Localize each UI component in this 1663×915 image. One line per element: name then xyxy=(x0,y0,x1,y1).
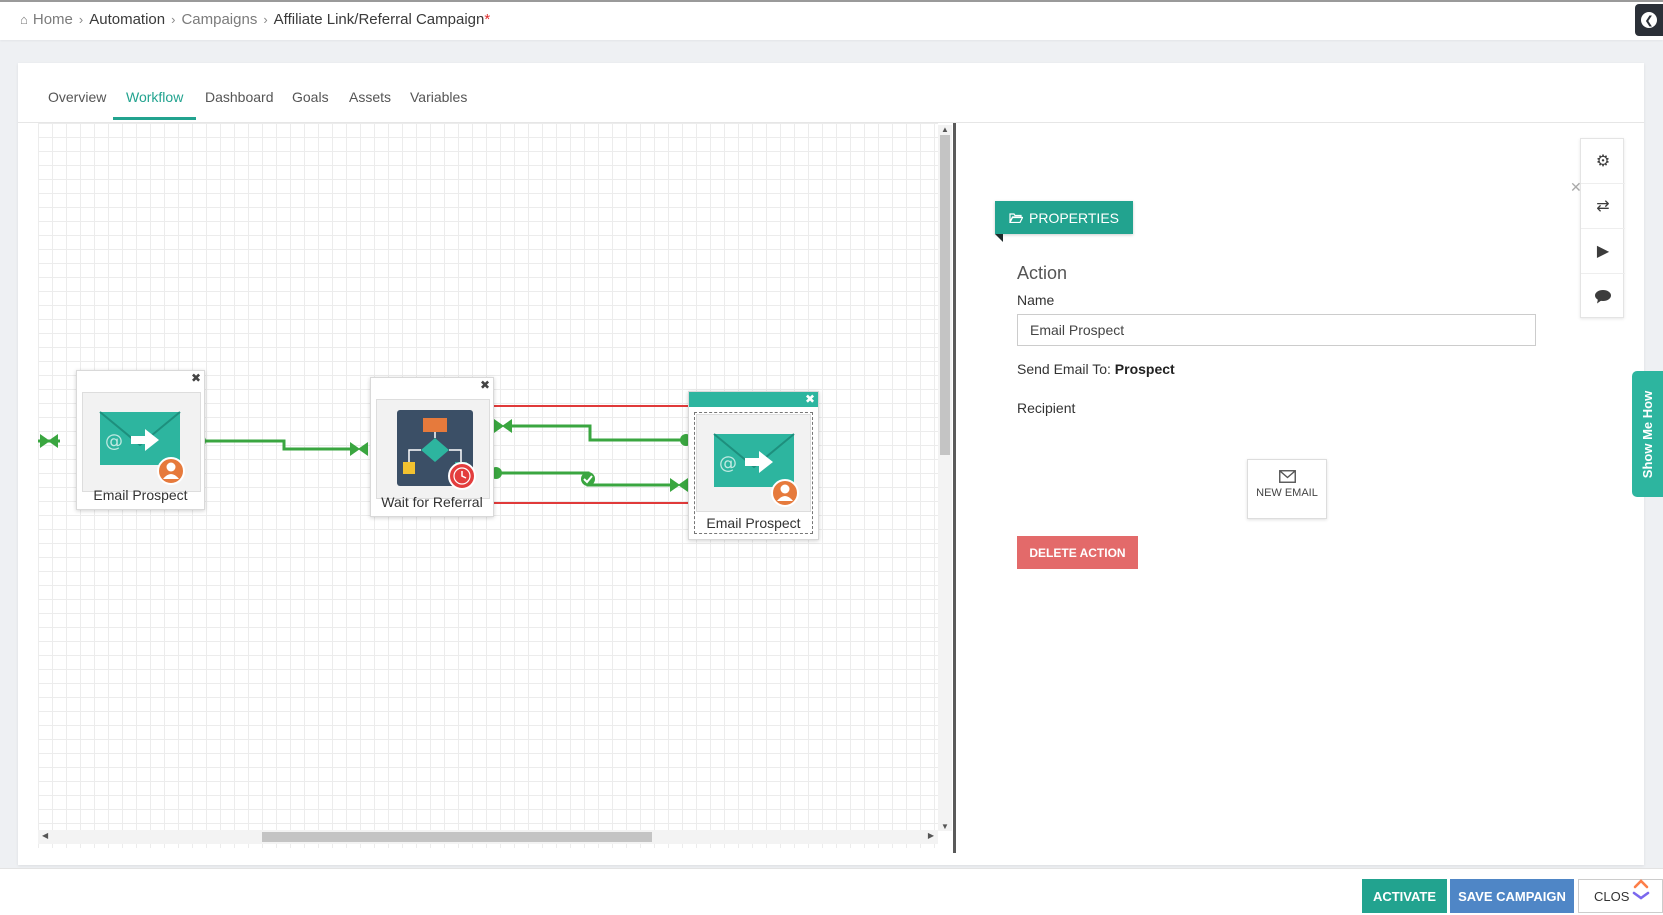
envelope-icon xyxy=(1278,470,1296,483)
close-icon[interactable]: ✖ xyxy=(480,378,490,392)
close-icon[interactable]: ✖ xyxy=(191,371,201,385)
breadcrumb-current: Affiliate Link/Referral Campaign xyxy=(273,11,485,28)
name-label: Name xyxy=(1017,292,1055,308)
folder-open-icon xyxy=(1009,210,1024,226)
panel-divider[interactable] xyxy=(953,123,956,853)
scroll-up-icon[interactable]: ▲ xyxy=(941,125,949,134)
scroll-thumb[interactable] xyxy=(940,135,950,455)
node-email-prospect-2[interactable]: ✖ @ Email Prospect xyxy=(688,391,819,540)
gear-icon[interactable]: ⚙ xyxy=(1581,139,1625,184)
vertical-scrollbar[interactable]: ▲ ▼ xyxy=(938,125,952,831)
delete-action-button[interactable]: DELETE ACTION xyxy=(1017,536,1138,569)
tab-dashboard[interactable]: Dashboard xyxy=(205,89,274,117)
wait-flowchart-clock-icon xyxy=(397,410,476,490)
footer-bar: ACTIVATE SAVE CAMPAIGN CLOS xyxy=(0,868,1663,915)
horizontal-scrollbar[interactable]: ◀ ▶ xyxy=(38,830,938,844)
tab-workflow[interactable]: Workflow xyxy=(113,89,197,120)
properties-button[interactable]: PROPERTIES xyxy=(995,201,1133,234)
tab-assets[interactable]: Assets xyxy=(349,89,391,117)
scroll-left-icon[interactable]: ◀ xyxy=(42,831,48,840)
connector-email-to-wait[interactable] xyxy=(194,435,368,456)
new-email-button[interactable]: NEW EMAIL xyxy=(1247,459,1327,519)
comment-icon[interactable] xyxy=(1581,274,1625,319)
node-email-prospect-1[interactable]: ✖ @ Email Prospect xyxy=(76,370,205,510)
node-selection-outline: @ Email Prospect xyxy=(694,412,813,534)
clickup-logo-icon[interactable] xyxy=(1630,878,1652,900)
shuffle-icon[interactable]: ⇄ xyxy=(1581,184,1625,229)
close-icon[interactable]: ✖ xyxy=(805,392,815,406)
breadcrumb-automation[interactable]: Automation xyxy=(89,11,165,28)
tab-overview[interactable]: Overview xyxy=(48,89,106,117)
workflow-canvas[interactable]: ✖ @ Email Prospect ✖ Wait for Referral ✖… xyxy=(38,123,938,848)
campaign-card: Overview Workflow Dashboard Goals Assets… xyxy=(18,63,1644,865)
send-to-text: Send Email To: Prospect xyxy=(1017,361,1175,377)
svg-text:@: @ xyxy=(105,431,123,452)
breadcrumb-bar: ⌂ Home › Automation › Campaigns › Affili… xyxy=(0,0,1663,40)
show-me-how-label: Show Me How xyxy=(1640,390,1656,478)
unsaved-marker: * xyxy=(484,11,491,28)
tab-bar: Overview Workflow Dashboard Goals Assets… xyxy=(18,63,1644,123)
save-campaign-button[interactable]: SAVE CAMPAIGN xyxy=(1450,879,1574,913)
node-header: ✖ xyxy=(689,392,818,407)
email-prospect-icon: @ xyxy=(99,411,185,485)
scroll-down-icon[interactable]: ▼ xyxy=(941,822,949,831)
node-label: Email Prospect xyxy=(706,515,801,531)
node-wait-for-referral[interactable]: ✖ Wait for Referral xyxy=(370,377,494,517)
play-icon[interactable]: ▶ xyxy=(1581,229,1625,274)
properties-label: PROPERTIES xyxy=(1029,209,1119,226)
breadcrumb-home[interactable]: Home xyxy=(33,11,73,28)
scroll-right-icon[interactable]: ▶ xyxy=(928,831,934,840)
send-to-value: Prospect xyxy=(1114,361,1175,377)
breadcrumb-campaigns[interactable]: Campaigns xyxy=(181,11,257,28)
section-title: Action xyxy=(1017,263,1068,283)
node-label: Email Prospect xyxy=(93,487,188,503)
new-email-label: NEW EMAIL xyxy=(1256,487,1318,499)
send-to-label: Send Email To: xyxy=(1017,361,1111,377)
show-me-how-tab[interactable]: Show Me How xyxy=(1632,371,1663,497)
tab-goals[interactable]: Goals xyxy=(292,89,329,117)
ribbon-tail xyxy=(995,234,1003,242)
tab-variables[interactable]: Variables xyxy=(410,89,467,117)
node-tile: @ xyxy=(82,392,201,492)
connector-wait-top[interactable] xyxy=(494,419,692,446)
highlight-box xyxy=(484,405,699,504)
email-prospect-icon: @ xyxy=(713,433,799,507)
connector-wait-to-email[interactable] xyxy=(490,467,688,492)
node-label: Wait for Referral xyxy=(381,494,483,510)
scroll-thumb[interactable] xyxy=(262,832,652,842)
arrow-left-icon: ❮ xyxy=(1641,12,1657,28)
recipient-label: Recipient xyxy=(1017,400,1076,416)
name-input[interactable] xyxy=(1017,314,1536,346)
properties-panel: PROPERTIES ✕ Action Name Send Email To: … xyxy=(958,123,1608,853)
home-icon[interactable]: ⌂ xyxy=(20,12,28,27)
connector-entry[interactable] xyxy=(38,434,60,448)
chevron-right-icon: › xyxy=(263,12,268,27)
side-toolbar: ⚙ ⇄ ▶ xyxy=(1580,138,1625,319)
back-button[interactable]: ❮ xyxy=(1635,4,1663,36)
activate-button[interactable]: ACTIVATE xyxy=(1362,879,1447,913)
chevron-right-icon: › xyxy=(171,12,176,27)
node-tile: @ xyxy=(696,414,811,512)
svg-text:@: @ xyxy=(719,453,737,474)
chevron-right-icon: › xyxy=(78,12,84,27)
node-tile xyxy=(376,399,490,499)
breadcrumb: ⌂ Home › Automation › Campaigns › Affili… xyxy=(20,11,490,28)
